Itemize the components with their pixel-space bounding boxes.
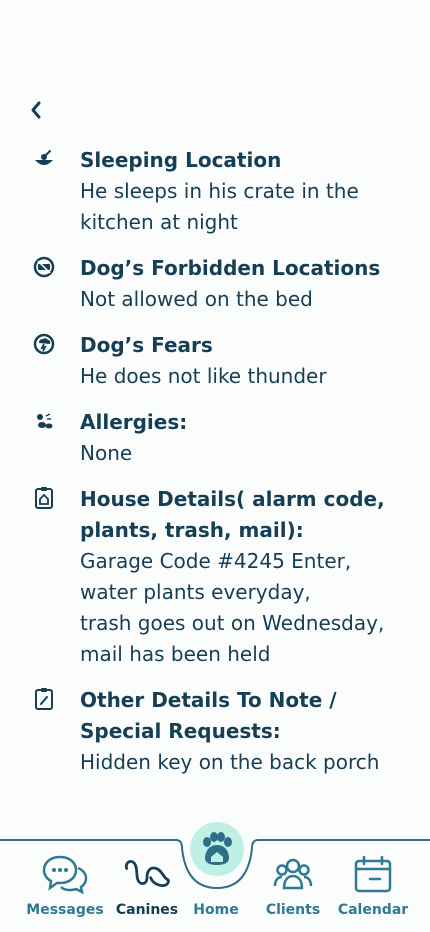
section-body-line: water plants everyday, <box>80 580 311 604</box>
section-body-line: None <box>80 441 133 465</box>
storm-icon <box>32 332 56 356</box>
clipboard-note-icon <box>32 687 56 711</box>
nav-calendar[interactable]: Calendar <box>328 852 418 922</box>
back-button[interactable] <box>24 98 48 122</box>
section-body-line: kitchen at night <box>80 210 238 234</box>
section-title-line2: plants, trash, mail): <box>80 518 304 542</box>
care-details-screen: Sleeping Location He sleeps in his crate… <box>0 0 430 932</box>
section-title: Allergies: <box>80 410 188 434</box>
nav-clients[interactable]: Clients <box>248 852 338 922</box>
house-clipboard-icon <box>32 486 56 510</box>
calendar-icon <box>349 852 397 896</box>
section-body-line: trash goes out on Wednesday, <box>80 611 385 635</box>
section-body-line: He sleeps in his crate in the <box>80 179 359 203</box>
section-body-line: Hidden key on the back porch <box>80 750 380 774</box>
section-body-line: He does not like thunder <box>80 364 327 388</box>
section-body-line: Garage Code #4245 Enter, <box>80 549 352 573</box>
section-title: Sleeping Location <box>80 148 282 172</box>
nav-label: Home <box>193 902 239 918</box>
section-body-line: mail has been held <box>80 642 271 666</box>
nav-messages[interactable]: Messages <box>20 852 110 922</box>
section-body-line: Not allowed on the bed <box>80 287 313 311</box>
canine-paws-icon <box>123 852 171 896</box>
chevron-left-icon <box>31 101 41 119</box>
section-title: Dog’s Fears <box>80 333 213 357</box>
people-icon <box>269 852 317 896</box>
nav-label: Canines <box>115 902 179 918</box>
bottom-nav: Messages Canines Home Clients Calendar <box>0 822 430 932</box>
section-title: Other Details To Note / <box>80 688 337 712</box>
nav-label: Clients <box>265 902 321 918</box>
allergy-icon <box>32 409 56 433</box>
nav-label: Messages <box>26 902 104 918</box>
nav-label: Calendar <box>337 902 409 918</box>
section-title: Dog’s Forbidden Locations <box>80 256 381 280</box>
section-title-line2: Special Requests: <box>80 719 281 743</box>
chat-bubbles-icon <box>41 852 89 896</box>
no-entry-icon <box>32 255 56 279</box>
section-title: House Details( alarm code, <box>80 487 385 511</box>
dog-bed-icon <box>32 147 56 171</box>
